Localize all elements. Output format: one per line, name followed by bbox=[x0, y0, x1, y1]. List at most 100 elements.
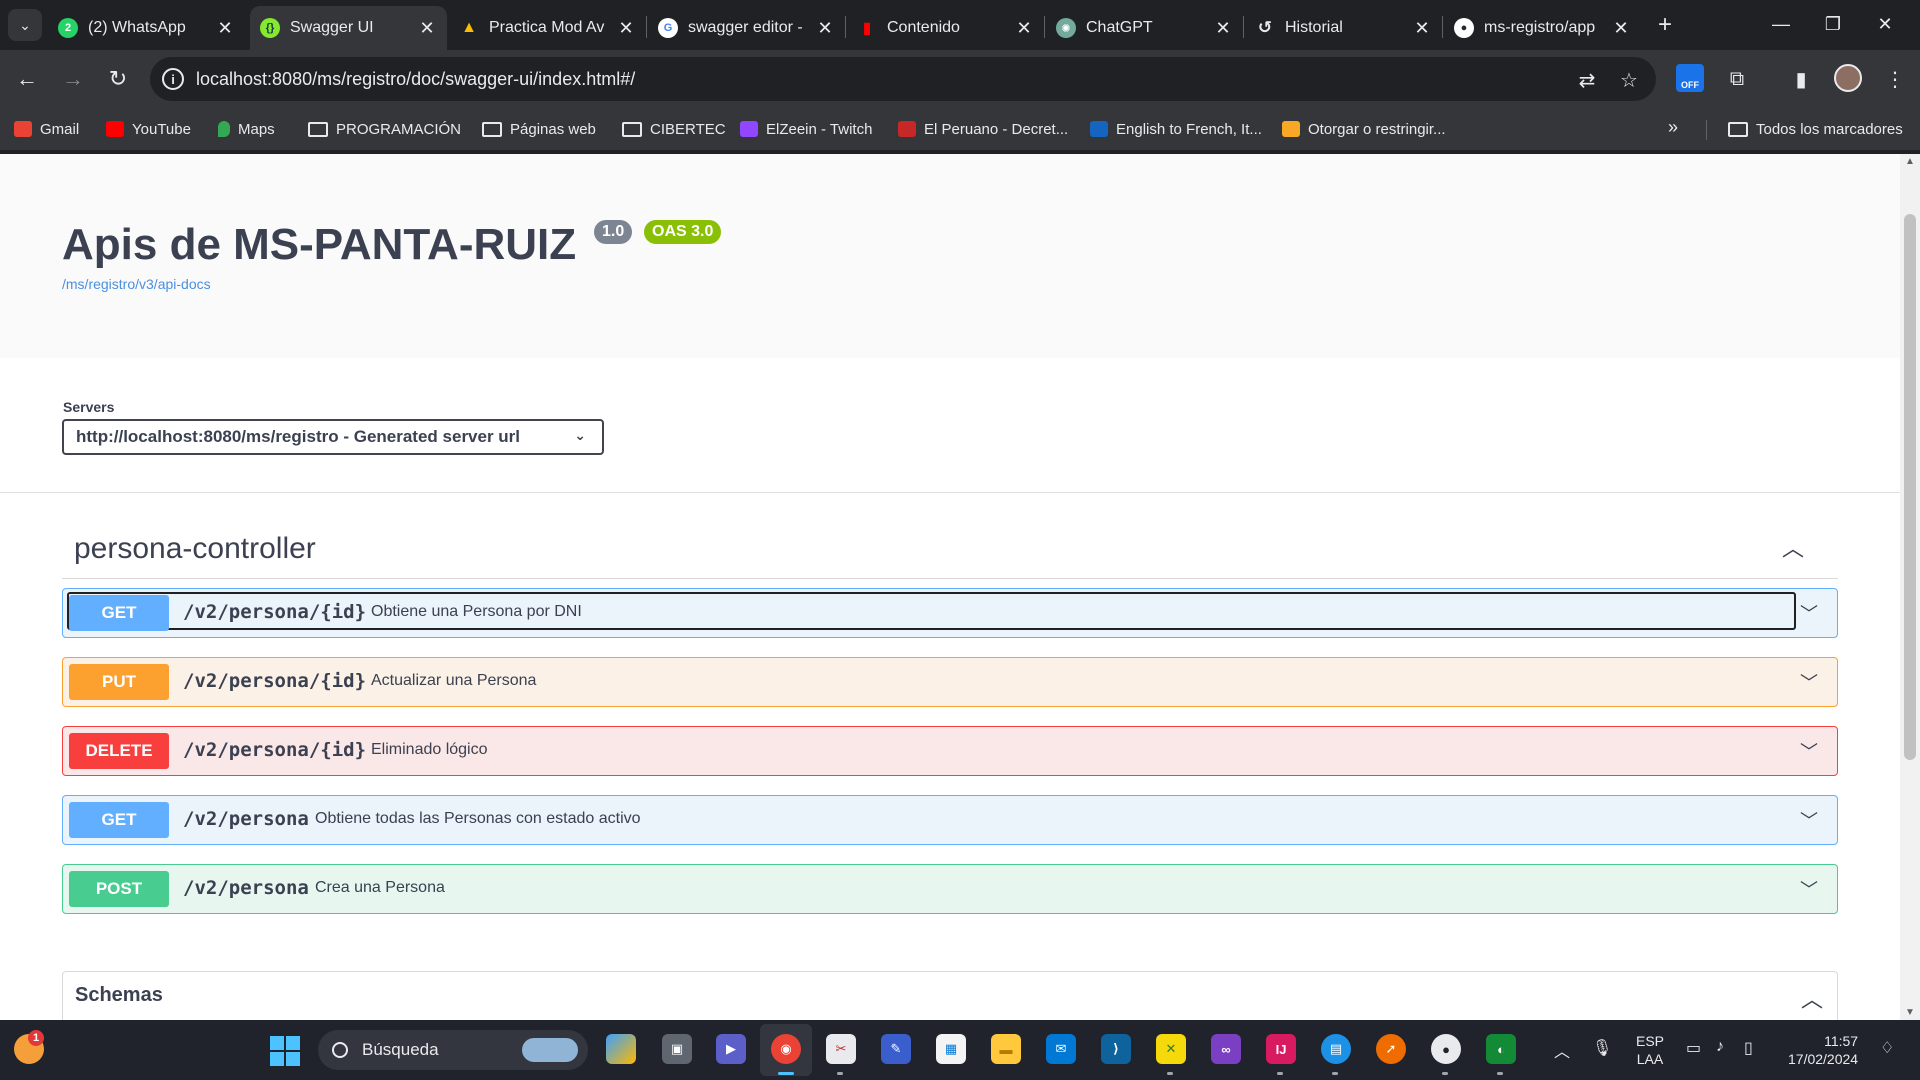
extension-off-icon[interactable]: OFF bbox=[1676, 64, 1704, 92]
profile-avatar[interactable] bbox=[1834, 64, 1862, 92]
operation-post-persona[interactable]: POST /v2/persona Crea una Persona ﹀ bbox=[62, 864, 1838, 914]
tab-whatsapp[interactable]: 2 (2) WhatsApp ✕ bbox=[48, 6, 245, 50]
chrome-icon[interactable]: ◉ bbox=[771, 1034, 801, 1064]
battery-icon[interactable]: ▯ bbox=[1744, 1038, 1753, 1058]
chevron-down-icon[interactable]: ﹀ bbox=[1795, 806, 1823, 834]
operation-get-persona-by-id[interactable]: GET /v2/persona/{id} Obtiene una Persona… bbox=[62, 588, 1838, 638]
notifications-bell-icon[interactable]: ♢ bbox=[1880, 1038, 1894, 1058]
chevron-down-icon[interactable]: ﹀ bbox=[1795, 875, 1823, 903]
all-bookmarks-button[interactable]: Todos los marcadores bbox=[1728, 117, 1903, 141]
tab-practica[interactable]: ▲ Practica Mod Av ✕ bbox=[449, 6, 646, 50]
servers-select[interactable]: http://localhost:8080/ms/registro - Gene… bbox=[62, 419, 604, 455]
tab-contenido[interactable]: ▮ Contenido ✕ bbox=[847, 6, 1044, 50]
docker-icon[interactable]: ▤ bbox=[1321, 1034, 1351, 1064]
operation-delete-persona[interactable]: DELETE /v2/persona/{id} Eliminado lógico… bbox=[62, 726, 1838, 776]
chevron-up-icon[interactable]: ︿ bbox=[1778, 532, 1808, 562]
chevron-down-icon[interactable]: ﹀ bbox=[1795, 668, 1823, 696]
scroll-down-icon[interactable]: ▼ bbox=[1900, 1007, 1920, 1018]
snipping-tool-icon[interactable]: ✂ bbox=[826, 1034, 856, 1064]
tab-historial[interactable]: ↺ Historial ✕ bbox=[1245, 6, 1442, 50]
github-desktop-icon[interactable]: ● bbox=[1431, 1034, 1461, 1064]
vscode-icon[interactable]: ⟩ bbox=[1101, 1034, 1131, 1064]
extensions-puzzle-icon[interactable]: ⧉ bbox=[1722, 64, 1752, 94]
task-view-icon[interactable]: ▣ bbox=[662, 1034, 692, 1064]
bookmark-folder-cibertec[interactable]: CIBERTEC bbox=[622, 117, 726, 141]
close-icon[interactable]: ✕ bbox=[417, 18, 437, 39]
translate-icon[interactable]: ⇄ bbox=[1574, 67, 1600, 93]
minimize-icon[interactable]: — bbox=[1756, 8, 1806, 40]
tab-chatgpt[interactable]: ✺ ChatGPT ✕ bbox=[1046, 6, 1243, 50]
kebab-menu-icon[interactable]: ⋮ bbox=[1880, 64, 1910, 94]
bookmark-youtube[interactable]: YouTube bbox=[106, 117, 191, 141]
operation-get-personas[interactable]: GET /v2/persona Obtiene todas las Person… bbox=[62, 795, 1838, 845]
store-icon[interactable]: ▦ bbox=[936, 1034, 966, 1064]
forward-icon[interactable]: → bbox=[58, 64, 88, 94]
file-explorer-icon[interactable]: ▬ bbox=[991, 1034, 1021, 1064]
visual-studio-icon[interactable]: ∞ bbox=[1211, 1034, 1241, 1064]
network-icon[interactable]: ▭ bbox=[1686, 1038, 1701, 1058]
tab-swagger-editor[interactable]: G swagger editor - ✕ bbox=[648, 6, 845, 50]
bookmark-el-peruano[interactable]: El Peruano - Decret... bbox=[898, 117, 1068, 141]
bookmark-reverso[interactable]: English to French, It... bbox=[1090, 117, 1262, 141]
tab-swagger-ui[interactable]: {} Swagger UI ✕ bbox=[250, 6, 447, 50]
chevron-up-icon[interactable]: ︿ bbox=[1801, 982, 1823, 1014]
search-highlight-art bbox=[522, 1038, 578, 1062]
intellij-icon[interactable]: IJ bbox=[1266, 1034, 1296, 1064]
back-icon[interactable]: ← bbox=[12, 64, 42, 94]
scroll-up-icon[interactable]: ▲ bbox=[1900, 156, 1920, 167]
language-indicator[interactable]: ESP LAA bbox=[1636, 1032, 1664, 1068]
controller-title[interactable]: persona-controller bbox=[74, 532, 316, 566]
side-panel-icon[interactable]: ▮ bbox=[1786, 64, 1816, 94]
search-placeholder: Búsqueda bbox=[362, 1040, 439, 1059]
keyboard-layout: LAA bbox=[1636, 1051, 1664, 1067]
clock[interactable]: 11:57 17/02/2024 bbox=[1788, 1032, 1858, 1068]
postman-icon[interactable]: ➚ bbox=[1376, 1034, 1406, 1064]
bookmark-gmail[interactable]: Gmail bbox=[14, 117, 79, 141]
copilot-icon[interactable] bbox=[606, 1034, 636, 1064]
operation-path: /v2/persona/{id} bbox=[183, 601, 367, 623]
chevron-up-icon[interactable]: ︿ bbox=[1554, 1038, 1570, 1062]
tab-github[interactable]: ● ms-registro/app ✕ bbox=[1444, 6, 1641, 50]
page-scrollbar[interactable]: ▲ ▼ bbox=[1900, 154, 1920, 1020]
chevron-down-icon[interactable]: ﹀ bbox=[1795, 737, 1823, 765]
close-icon[interactable]: ✕ bbox=[815, 18, 835, 39]
teams-icon[interactable]: ▶ bbox=[716, 1034, 746, 1064]
start-icon[interactable] bbox=[270, 1036, 300, 1066]
close-icon[interactable]: ✕ bbox=[1412, 18, 1432, 39]
microphone-muted-icon[interactable]: 🎙 bbox=[1592, 1038, 1612, 1058]
window-close-icon[interactable]: ✕ bbox=[1860, 8, 1910, 40]
reload-icon[interactable]: ↻ bbox=[103, 64, 133, 94]
scrollbar-thumb[interactable] bbox=[1904, 214, 1916, 760]
bookmark-maps[interactable]: Maps bbox=[218, 117, 275, 141]
bookmark-folder-paginas-web[interactable]: Páginas web bbox=[482, 117, 596, 141]
section-divider bbox=[0, 492, 1900, 493]
close-icon[interactable]: ✕ bbox=[1213, 18, 1233, 39]
taskbar-search[interactable]: Búsqueda bbox=[318, 1030, 588, 1070]
tab-search-button[interactable]: ⌄ bbox=[8, 9, 42, 41]
close-icon[interactable]: ✕ bbox=[1611, 18, 1631, 39]
extension-badge: OFF bbox=[1681, 80, 1699, 90]
site-info-icon[interactable]: i bbox=[162, 68, 184, 90]
restore-icon[interactable]: ❐ bbox=[1808, 8, 1858, 40]
close-icon[interactable]: ✕ bbox=[616, 18, 636, 39]
schemas-section[interactable]: Schemas ︿ bbox=[62, 971, 1838, 1020]
close-icon[interactable]: ✕ bbox=[1014, 18, 1034, 39]
url-text[interactable]: localhost:8080/ms/registro/doc/swagger-u… bbox=[196, 69, 635, 90]
close-icon[interactable]: ✕ bbox=[215, 18, 235, 39]
mail-icon[interactable]: ✉ bbox=[1046, 1034, 1076, 1064]
app-icon[interactable]: ✕ bbox=[1156, 1034, 1186, 1064]
bookmarks-bar: Gmail YouTube Maps PROGRAMACIÓN Páginas … bbox=[0, 108, 1920, 150]
whiteboard-icon[interactable]: ✎ bbox=[881, 1034, 911, 1064]
chevron-down-icon[interactable]: ﹀ bbox=[1795, 599, 1823, 627]
volume-icon[interactable]: ♪ bbox=[1716, 1038, 1724, 1056]
bookmark-folder-programacion[interactable]: PROGRAMACIÓN bbox=[308, 117, 461, 141]
bookmark-twitch[interactable]: ElZeein - Twitch bbox=[740, 117, 872, 141]
new-tab-button[interactable]: + bbox=[1650, 10, 1680, 40]
bookmarks-overflow-icon[interactable]: » bbox=[1668, 117, 1678, 138]
bookmark-star-icon[interactable]: ☆ bbox=[1616, 67, 1642, 93]
app-icon[interactable]: ◐ bbox=[1486, 1034, 1516, 1064]
spec-link[interactable]: /ms/registro/v3/api-docs bbox=[62, 276, 211, 292]
bookmark-otorgar[interactable]: Otorgar o restringir... bbox=[1282, 117, 1446, 141]
operation-put-persona[interactable]: PUT /v2/persona/{id} Actualizar una Pers… bbox=[62, 657, 1838, 707]
address-bar[interactable]: i localhost:8080/ms/registro/doc/swagger… bbox=[150, 57, 1656, 101]
